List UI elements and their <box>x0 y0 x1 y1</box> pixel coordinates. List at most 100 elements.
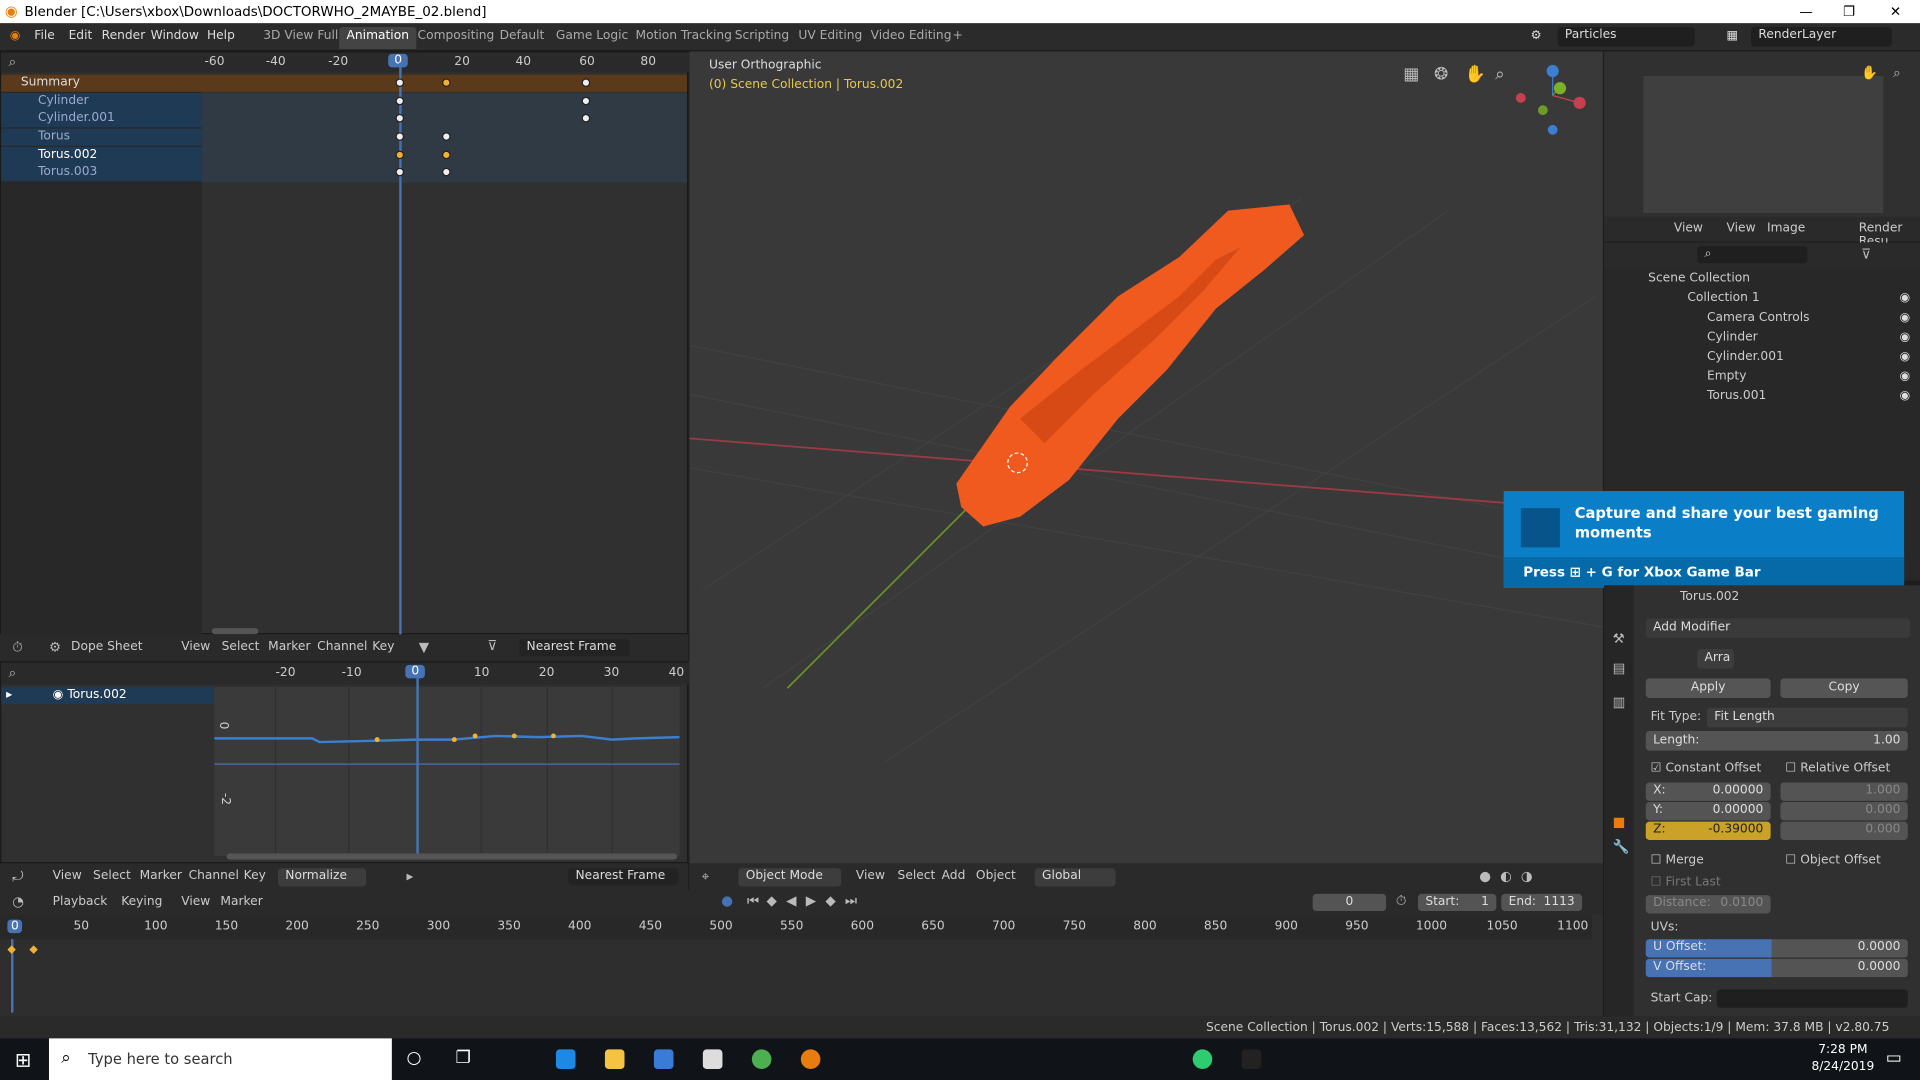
dopesheet-mode-icon[interactable]: ⚙ <box>49 640 61 653</box>
clock-time[interactable]: 7:28 PM <box>1806 1043 1879 1056</box>
zoom-icon[interactable]: ⌕ <box>1495 66 1505 83</box>
distance-field[interactable]: Distance: 0.0100 <box>1645 895 1771 914</box>
length-field[interactable]: Length: 1.00 <box>1645 731 1908 751</box>
outliner-scene-collection[interactable]: Scene Collection <box>1648 269 1750 289</box>
output-tab-icon[interactable]: ▥ <box>1613 696 1626 709</box>
jump-start-icon[interactable]: ⏮ <box>747 894 759 907</box>
keyframe[interactable] <box>442 132 451 141</box>
blender-taskbar-icon[interactable] <box>800 1049 821 1069</box>
taskbar-search-input[interactable]: Type here to search <box>88 1051 232 1068</box>
tab-compositing[interactable]: Compositing <box>410 27 501 49</box>
constant-offset-checkbox[interactable]: ☑ Constant Offset <box>1651 762 1762 775</box>
eye-icon[interactable]: ◉ <box>1900 389 1911 402</box>
render-tab-icon[interactable]: ▤ <box>1613 661 1626 674</box>
menu-marker[interactable]: Marker <box>220 895 262 908</box>
keyframe[interactable] <box>442 150 451 160</box>
viewport-scene[interactable] <box>689 51 1603 890</box>
u-offset-field[interactable]: U Offset: 0.0000 <box>1645 939 1908 958</box>
add-workspace-button[interactable]: + <box>945 27 970 49</box>
menu-view[interactable]: View <box>181 895 210 908</box>
menu-image[interactable]: Image <box>1767 222 1805 235</box>
keyframe[interactable] <box>395 96 405 106</box>
start-cap-field[interactable] <box>1716 989 1908 1008</box>
menu-keying[interactable]: Keying <box>121 895 162 908</box>
maximize-icon[interactable]: ❐ <box>1831 0 1868 23</box>
offset-x-field[interactable]: X: 0.00000 <box>1645 782 1771 801</box>
outliner-camera-controls[interactable]: Camera Controls <box>1687 309 1810 329</box>
blender-menu-icon[interactable]: ◉ <box>10 29 21 42</box>
relative-offset-checkbox[interactable]: ☐ Relative Offset <box>1785 762 1890 775</box>
outliner-search-input[interactable]: ⌕ <box>1697 246 1808 264</box>
clock-date[interactable]: 8/24/2019 <box>1806 1060 1879 1073</box>
image-canvas[interactable] <box>1643 75 1884 214</box>
prev-keyframe-icon[interactable]: ◆ <box>767 894 777 907</box>
channel-cylinder-001[interactable]: Cylinder.001 <box>1 110 203 128</box>
menu-view[interactable]: View <box>856 869 885 882</box>
filter-icon[interactable]: ▼ <box>419 640 429 653</box>
menu-marker[interactable]: Marker <box>140 869 182 882</box>
expand-icon[interactable]: ▸ <box>6 687 12 704</box>
xbox-game-bar-toast[interactable]: Capture and share your best gaming momen… <box>1503 491 1905 588</box>
menu-object[interactable]: Object <box>976 869 1016 882</box>
task-view-icon[interactable]: ❐ <box>456 1048 471 1068</box>
editor-type-icon[interactable]: ⏱ <box>12 640 23 653</box>
file-explorer-icon[interactable] <box>604 1049 625 1069</box>
filter-funnel-icon[interactable]: ⊽ <box>1861 247 1871 260</box>
eye-icon[interactable]: ◉ <box>1900 331 1911 344</box>
dopesheet-summary-panel[interactable]: ⌕ -60 -40 -20 0 20 40 60 80 Summary Cyli… <box>0 51 690 636</box>
render-layer-icon[interactable]: ▦ <box>1727 29 1739 42</box>
jump-end-icon[interactable]: ⏭ <box>845 894 857 907</box>
object-offset-checkbox[interactable]: ☐ Object Offset <box>1785 853 1880 866</box>
close-icon[interactable]: ✕ <box>1877 0 1914 23</box>
dopesheet-mode-select[interactable]: Dope Sheet <box>71 640 143 653</box>
rendered-shading-icon[interactable]: ◑ <box>1521 869 1533 882</box>
select-tool-icon[interactable]: ▸ <box>407 869 414 882</box>
menu-view[interactable]: View <box>53 869 82 882</box>
graph-canvas[interactable]: 0 -2 <box>214 686 680 856</box>
channel-torus[interactable]: Torus <box>1 128 203 146</box>
fit-type-select[interactable]: Fit Length <box>1706 707 1908 728</box>
minimize-icon[interactable]: — <box>1788 0 1825 23</box>
menu-view[interactable]: View <box>1674 222 1703 235</box>
filter-funnel-icon[interactable]: ⊽ <box>487 639 497 652</box>
properties-tabs[interactable] <box>1604 585 1634 1017</box>
add-modifier-button[interactable]: Add Modifier <box>1645 618 1911 638</box>
playhead-line[interactable] <box>416 677 419 856</box>
outliner-torus-001[interactable]: Torus.001 <box>1687 387 1766 407</box>
material-shading-icon[interactable]: ◐ <box>1500 869 1512 882</box>
graph-ruler[interactable]: ⌕ -20 -10 0 10 20 30 40 <box>1 662 690 685</box>
properties-editor[interactable]: ⚒ ▤ ▥ ■ 🔧 Torus.002 Add Modifier Arra Ap… <box>1604 585 1920 1017</box>
graph-editor-panel[interactable]: ⌕ -20 -10 0 10 20 30 40 ▸ ◉ Torus.002 0 … <box>0 661 690 864</box>
menu-render[interactable]: Render <box>102 29 146 42</box>
timeline-ruler[interactable]: 0 50 100 150 200 250 300 350 400 450 500 550 600 650 7… <box>0 914 1592 940</box>
keyframe[interactable] <box>395 78 405 87</box>
editor-type-icon[interactable]: ⌖ <box>702 869 710 882</box>
keyframe[interactable] <box>442 167 451 177</box>
horizontal-scrollbar[interactable] <box>226 853 678 860</box>
tab-animation[interactable]: Animation <box>339 26 417 49</box>
image-editor[interactable]: ✋ ⌕ <box>1604 51 1920 242</box>
play-reverse-icon[interactable]: ◀ <box>786 894 796 907</box>
zoom-icon[interactable]: ⌕ <box>1893 66 1901 79</box>
current-frame-field[interactable]: 0 <box>1312 893 1387 912</box>
keyframe[interactable] <box>581 96 591 106</box>
modifier-tab-icon[interactable]: 🔧 <box>1613 840 1630 853</box>
snap-select[interactable]: Nearest Frame <box>568 868 679 886</box>
offset-y-field[interactable]: Y: 0.00000 <box>1645 802 1771 821</box>
play-icon[interactable]: ▶ <box>806 894 816 907</box>
search-icon[interactable]: ⌕ <box>9 55 17 68</box>
menu-select[interactable]: Select <box>222 640 260 653</box>
menu-add[interactable]: Add <box>942 869 966 882</box>
mail-icon[interactable] <box>702 1049 723 1069</box>
scene-icon[interactable]: ⚙ <box>1531 29 1542 42</box>
modifier-name-field[interactable]: Arra <box>1697 648 1734 669</box>
clock-icon[interactable]: ◔ <box>12 895 24 908</box>
tab-game-logic[interactable]: Game Logic <box>549 27 636 49</box>
menu-marker[interactable]: Marker <box>268 640 310 653</box>
menu-select[interactable]: Select <box>93 869 131 882</box>
tool-tab-icon[interactable]: ⚒ <box>1613 632 1625 645</box>
camera-icon[interactable]: ❂ <box>1434 66 1448 83</box>
hand-pan-icon[interactable]: ✋ <box>1465 66 1486 83</box>
menu-channel[interactable]: Channel <box>317 640 367 653</box>
keyframe[interactable] <box>581 113 591 123</box>
